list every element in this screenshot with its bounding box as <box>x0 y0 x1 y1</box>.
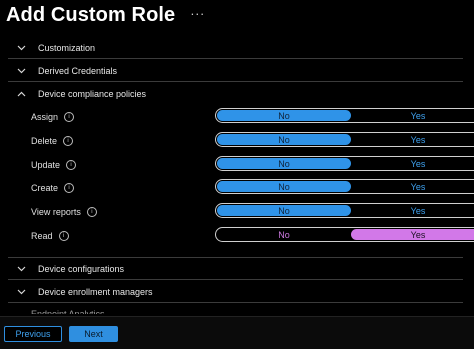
section-device-compliance[interactable]: Device compliance policies <box>8 83 463 105</box>
toggle-option-no[interactable]: No <box>217 229 351 240</box>
permission-row-assign: Assign i No Yes <box>31 108 474 126</box>
toggle-option-no[interactable]: No <box>217 158 351 169</box>
toggle-option-yes[interactable]: Yes <box>351 134 474 145</box>
toggle-option-yes[interactable]: Yes <box>351 110 474 121</box>
permission-label: Update <box>31 160 61 170</box>
permission-row-delete: Delete i No Yes <box>31 132 474 150</box>
section-device-enrollment[interactable]: Device enrollment managers <box>8 281 463 303</box>
delete-toggle[interactable]: No Yes <box>215 132 474 147</box>
toggle-option-no[interactable]: No <box>217 205 351 216</box>
info-icon[interactable]: i <box>64 183 75 193</box>
next-button[interactable]: Next <box>69 326 118 342</box>
chevron-down-icon <box>14 41 28 55</box>
permission-row-update: Update i No Yes <box>31 156 474 174</box>
permission-label: Assign <box>31 112 59 122</box>
toggle-option-no[interactable]: No <box>217 181 351 192</box>
section-label: Customization <box>38 42 96 53</box>
chevron-down-icon <box>14 64 28 78</box>
section-label: Device configurations <box>38 263 125 274</box>
chevron-up-icon <box>14 87 28 101</box>
permission-row-read: Read i No Yes <box>31 227 474 245</box>
toggle-option-yes[interactable]: Yes <box>351 229 474 240</box>
toggle-option-no[interactable]: No <box>217 110 351 121</box>
permission-row-view-reports: View reports i No Yes <box>31 203 474 221</box>
toggle-option-yes[interactable]: Yes <box>351 205 474 216</box>
section-derived-credentials[interactable]: Derived Credentials <box>8 60 463 82</box>
section-customization[interactable]: Customization <box>8 37 463 59</box>
section-label: Derived Credentials <box>38 65 118 76</box>
permission-row-create: Create i No Yes <box>31 179 474 197</box>
toggle-option-no[interactable]: No <box>217 134 351 145</box>
info-icon[interactable]: i <box>63 136 74 146</box>
create-toggle[interactable]: No Yes <box>215 179 474 194</box>
permission-label: Read <box>31 231 53 241</box>
permission-label: View reports <box>31 207 81 217</box>
section-endpoint-analytics-partial[interactable]: Endpoint Analytics <box>31 309 105 314</box>
update-toggle[interactable]: No Yes <box>215 156 474 171</box>
chevron-down-icon <box>14 262 28 276</box>
info-icon[interactable]: i <box>86 207 97 217</box>
previous-button[interactable]: Previous <box>4 326 62 342</box>
section-label: Device compliance policies <box>38 89 147 99</box>
info-icon[interactable]: i <box>66 160 77 170</box>
permission-label: Create <box>31 183 59 193</box>
info-icon[interactable]: i <box>58 231 69 241</box>
section-device-configurations[interactable]: Device configurations <box>8 258 463 280</box>
view-reports-toggle[interactable]: No Yes <box>215 203 474 218</box>
read-toggle[interactable]: No Yes <box>215 227 474 242</box>
permission-label: Delete <box>31 136 58 146</box>
info-icon[interactable]: i <box>64 112 75 122</box>
section-label: Device enrollment managers <box>38 286 153 297</box>
page-title: Add Custom Role <box>6 4 176 26</box>
chevron-down-icon <box>14 285 28 299</box>
footer-bar: Previous Next <box>0 316 474 349</box>
assign-toggle[interactable]: No Yes <box>215 108 474 123</box>
title-row: Add Custom Role ··· <box>6 4 205 27</box>
toggle-option-yes[interactable]: Yes <box>351 158 474 169</box>
more-options-icon[interactable]: ··· <box>190 6 205 21</box>
toggle-option-yes[interactable]: Yes <box>351 181 474 192</box>
